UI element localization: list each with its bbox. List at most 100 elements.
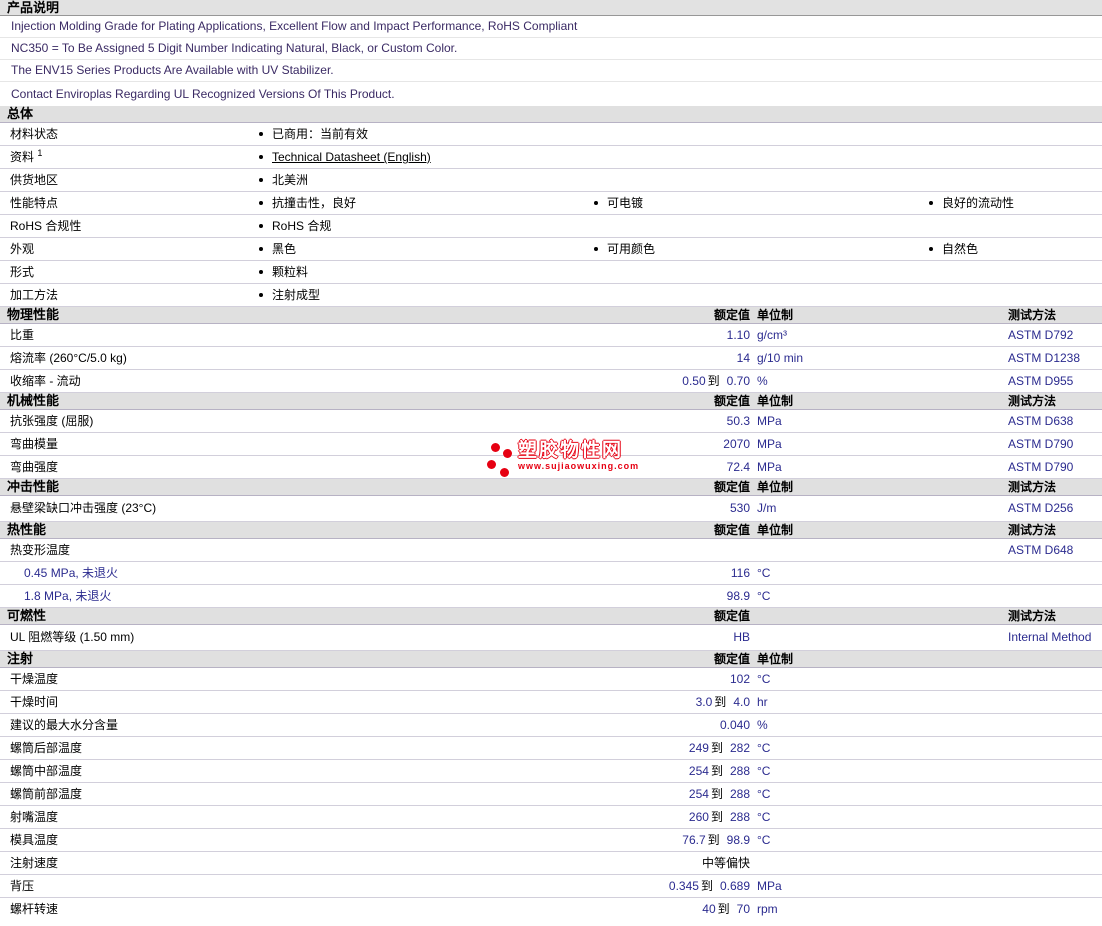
property-label: 熔流率 (260°C/5.0 kg) — [10, 351, 127, 365]
column-header-unit: 单位制 — [757, 308, 794, 322]
property-label: 模具温度 — [10, 833, 59, 847]
property-row: 螺筒前部温度 254 到 288 °C — [0, 783, 1102, 806]
description-line: NC350 = To Be Assigned 5 Digit Number In… — [0, 38, 1102, 60]
property-label: 射嘴温度 — [10, 810, 59, 824]
column-header-method: 测试方法 — [1008, 480, 1057, 494]
property-unit: % — [757, 718, 768, 732]
property-row: 背压 0.345 到 0.689 MPa — [0, 875, 1102, 898]
column-header-unit — [750, 608, 1000, 624]
property-unit: rpm — [757, 902, 778, 916]
property-value: 254 — [688, 764, 709, 778]
property-unit: °C — [757, 672, 771, 686]
property-label: 比重 — [10, 328, 35, 342]
property-value: 14 — [736, 351, 750, 365]
bullet-icon — [594, 246, 598, 251]
bullet-icon — [259, 131, 263, 136]
property-row: 熔流率 (260°C/5.0 kg) 14 g/10 min ASTM D123… — [0, 347, 1102, 370]
general-row: 外观 黑色 可用颜色 自然色 — [0, 238, 1102, 261]
section-header-injection: 注射 额定值 单位制 — [0, 651, 1102, 668]
general-row: 加工方法 注射成型 — [0, 284, 1102, 307]
row-label: 性能特点 — [10, 196, 59, 210]
range-to: 到 — [700, 879, 713, 893]
section-title: 物理性能 — [7, 307, 60, 322]
section-title: 总体 — [7, 106, 34, 121]
property-row: 注射速度 中等偏快 — [0, 852, 1102, 875]
product-description-header: 产品说明 — [0, 0, 1102, 16]
general-value: 黑色 — [272, 242, 297, 256]
general-value: RoHS 合规 — [272, 219, 332, 233]
general-value: 注射成型 — [272, 288, 321, 302]
product-description-title: 产品说明 — [7, 0, 60, 15]
range-to: 到 — [714, 695, 727, 709]
column-header-method: 测试方法 — [1008, 308, 1057, 322]
property-value-2: 70 — [736, 902, 750, 916]
property-unit: MPa — [757, 414, 782, 428]
property-label: 螺筒前部温度 — [10, 787, 83, 801]
section-title: 可燃性 — [7, 608, 47, 623]
property-label: UL 阻燃等级 (1.50 mm) — [10, 630, 135, 644]
row-label: 供货地区 — [10, 173, 59, 187]
property-row: UL 阻燃等级 (1.50 mm) HB Internal Method — [0, 625, 1102, 651]
section-title: 冲击性能 — [7, 479, 60, 494]
property-label: 背压 — [10, 879, 35, 893]
range-to: 到 — [710, 764, 723, 778]
section-header-general: 总体 — [0, 106, 1102, 123]
property-unit: °C — [757, 741, 771, 755]
property-label: 抗张强度 (屈服) — [10, 414, 94, 428]
property-unit: °C — [757, 810, 771, 824]
property-row: 1.8 MPa, 未退火 98.9 °C — [0, 585, 1102, 608]
bullet-icon — [594, 200, 598, 205]
test-method — [1000, 585, 1102, 607]
general-value: 北美洲 — [272, 173, 309, 187]
test-method: ASTM D648 — [1008, 543, 1074, 557]
column-header-unit: 单位制 — [757, 523, 794, 537]
property-unit — [750, 539, 1000, 561]
property-label: 热变形温度 — [10, 543, 71, 557]
row-label: 材料状态 — [10, 127, 59, 141]
property-value: 249 — [688, 741, 709, 755]
property-value-2: 288 — [729, 810, 750, 824]
property-sub-label: 0.45 MPa, 未退火 — [24, 566, 119, 580]
general-value: 颗粒料 — [272, 265, 309, 279]
description-line: Contact Enviroplas Regarding UL Recogniz… — [11, 87, 395, 101]
section-header-physical: 物理性能 额定值 单位制 测试方法 — [0, 307, 1102, 324]
property-unit: MPa — [757, 460, 782, 474]
property-value: 116 — [730, 566, 750, 580]
general-row: 性能特点 抗撞击性，良好 可电镀 良好的流动性 — [0, 192, 1102, 215]
general-row: 供货地区 北美洲 — [0, 169, 1102, 192]
bullet-icon — [259, 292, 263, 297]
general-row: RoHS 合规性 RoHS 合规 — [0, 215, 1102, 238]
section-header-impact: 冲击性能 额定值 单位制 测试方法 — [0, 479, 1102, 496]
bullet-icon — [259, 200, 263, 205]
property-value: 1.10 — [726, 328, 750, 342]
property-row: 0.45 MPa, 未退火 116 °C — [0, 562, 1102, 585]
description-line: The ENV15 Series Products Are Available … — [0, 60, 1102, 82]
property-row: 干燥时间 3.0 到 4.0 hr — [0, 691, 1102, 714]
property-row: 模具温度 76.7 到 98.9 °C — [0, 829, 1102, 852]
property-unit: MPa — [757, 879, 782, 893]
property-value-2: 0.70 — [726, 374, 750, 388]
property-row: 比重 1.10 g/cm³ ASTM D792 — [0, 324, 1102, 347]
property-value: 98.9 — [726, 589, 750, 603]
property-sub-label: 1.8 MPa, 未退火 — [24, 589, 112, 603]
column-header-value: 额定值 — [713, 609, 750, 623]
property-unit — [750, 625, 1000, 650]
property-label: 螺筒中部温度 — [10, 764, 83, 778]
test-method: ASTM D638 — [1008, 414, 1074, 428]
property-row: 弯曲模量 2070 MPa ASTM D790 — [0, 433, 1102, 456]
general-value: 抗撞击性，良好 — [272, 196, 357, 210]
column-header-method: 测试方法 — [1008, 394, 1057, 408]
bullet-icon — [259, 246, 263, 251]
general-value: 可用颜色 — [607, 242, 656, 256]
property-unit: °C — [757, 833, 771, 847]
row-label: 外观 — [10, 242, 35, 256]
row-label: 形式 — [10, 265, 35, 279]
row-label: 资料 — [10, 150, 35, 164]
technical-datasheet-link[interactable]: Technical Datasheet (English) — [272, 150, 431, 164]
property-row: 螺杆转速 40 到 70 rpm — [0, 898, 1102, 920]
test-method: ASTM D790 — [1008, 460, 1074, 474]
range-to: 到 — [707, 833, 720, 847]
property-unit — [750, 852, 1000, 874]
column-header-method — [1000, 651, 1102, 667]
range-to: 到 — [717, 902, 730, 916]
